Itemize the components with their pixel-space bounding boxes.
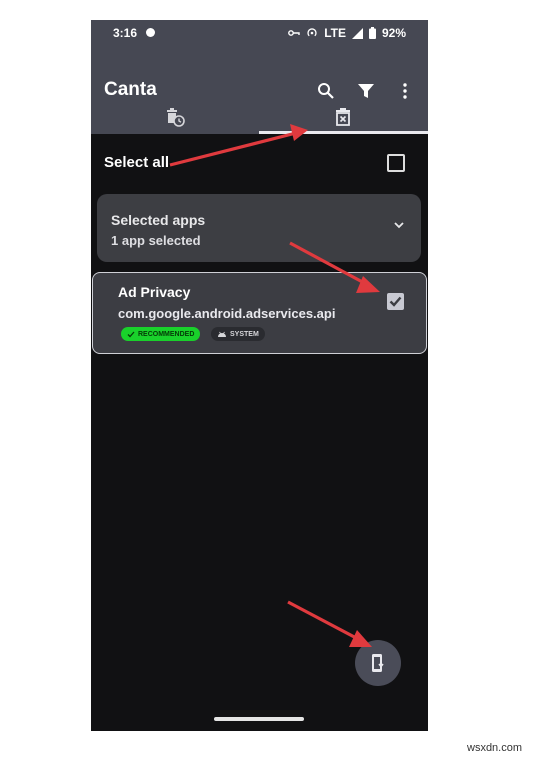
tab-delete[interactable] — [259, 100, 427, 134]
system-label: SYSTEM — [230, 330, 259, 338]
hotspot-icon — [307, 28, 317, 37]
select-all-row[interactable]: Select all — [91, 150, 428, 180]
search-icon[interactable] — [317, 82, 335, 100]
app-package: com.google.android.adservices.api — [118, 306, 336, 321]
more-vert-icon[interactable] — [396, 82, 414, 100]
phone-download-icon — [372, 654, 384, 672]
watermark: wsxdn.com — [467, 742, 523, 754]
android-icon — [218, 331, 226, 337]
selected-apps-card[interactable]: Selected apps 1 app selected — [97, 194, 421, 262]
status-time: 3:16 — [113, 26, 138, 40]
selected-apps-title: Selected apps — [111, 212, 206, 228]
chevron-down-icon[interactable] — [393, 221, 405, 229]
checkmark-icon — [389, 296, 402, 307]
delete-icon — [336, 108, 350, 126]
tab-history-delete[interactable] — [91, 100, 259, 134]
network-type: LTE — [324, 26, 346, 40]
selected-apps-count: 1 app selected — [111, 233, 201, 248]
status-bar: 3:16 LTE 92% — [91, 20, 428, 46]
check-icon — [127, 331, 135, 337]
vpn-key-icon — [288, 30, 300, 36]
filter-icon[interactable] — [357, 82, 375, 100]
app-checkbox[interactable] — [387, 293, 404, 310]
recommended-badge: RECOMMENDED — [121, 327, 201, 341]
battery-percent: 92% — [381, 26, 406, 40]
battery-icon — [368, 27, 376, 39]
history-delete-icon — [167, 108, 185, 127]
gesture-nav-bar — [214, 717, 304, 721]
app-title: Canta — [104, 79, 157, 100]
select-all-checkbox[interactable] — [387, 154, 405, 172]
notification-dot-icon — [146, 28, 155, 37]
status-right-group: LTE 92% — [288, 26, 406, 40]
recommended-label: RECOMMENDED — [138, 330, 195, 338]
tab-indicator — [259, 131, 428, 134]
uninstall-fab[interactable] — [355, 640, 401, 686]
app-list-item[interactable]: Ad Privacy com.google.android.adservices… — [92, 272, 427, 354]
signal-icon — [351, 27, 363, 39]
app-bar: Canta — [91, 46, 428, 134]
select-all-label: Select all — [104, 154, 170, 171]
app-name: Ad Privacy — [118, 284, 191, 300]
system-badge: SYSTEM — [211, 327, 265, 341]
phone-screen: 3:16 LTE 92% Canta Select all Selected a… — [91, 20, 428, 731]
